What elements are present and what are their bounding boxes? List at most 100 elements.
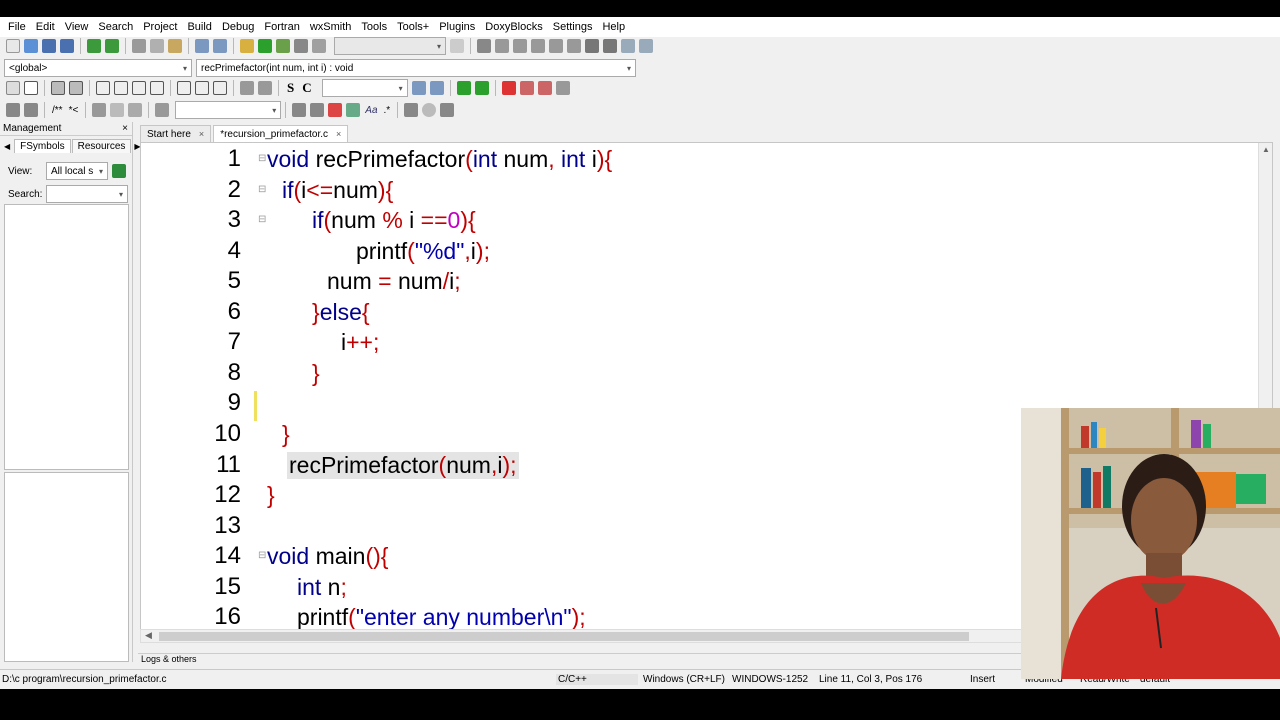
refresh-icon[interactable] [112,164,126,178]
highlighter-icon[interactable] [328,103,343,117]
search-c-button[interactable]: C [302,80,311,96]
menu-file[interactable]: File [3,21,31,33]
match-case-button[interactable]: Aa [365,105,377,116]
menu-doxyblocks[interactable]: DoxyBlocks [480,21,547,33]
nav-next-icon[interactable] [440,103,455,117]
tab-fsymbols[interactable]: FSymbols [14,139,71,153]
scroll-up-icon[interactable]: ▲ [1262,145,1270,154]
search-find-icon[interactable] [429,81,444,95]
zoom-in-icon[interactable] [240,81,254,95]
comment-block-icon[interactable]: /** [52,105,63,116]
bookmark-next-icon[interactable] [537,81,552,95]
menu-tools-plus[interactable]: Tools+ [392,21,434,33]
copy-icon[interactable] [150,39,164,53]
new-file-icon[interactable] [6,39,20,53]
regex-button[interactable]: .* [384,105,391,116]
layout3-icon[interactable] [132,81,146,95]
menu-wxsmith[interactable]: wxSmith [305,21,357,33]
jump-back-icon[interactable] [456,81,471,95]
tab-scroll-left-icon[interactable]: ◀ [4,142,10,151]
cut-icon[interactable] [132,39,146,53]
function-combo[interactable]: recPrimefactor(int num, int i) : void ▾ [196,59,636,77]
tool2-icon[interactable] [24,103,38,117]
menu-debug[interactable]: Debug [217,21,259,33]
replace-icon[interactable] [213,39,227,53]
debug-continue-icon[interactable] [477,39,491,53]
bookmark-clear-icon[interactable] [555,81,570,95]
menu-edit[interactable]: Edit [31,21,60,33]
save-all-icon[interactable] [60,39,74,53]
debug-info-icon[interactable] [639,39,653,53]
run-icon[interactable] [258,39,272,53]
tab-recursion-primefactor[interactable]: *recursion_primefactor.c × [213,125,349,142]
debug-next-line-icon[interactable] [513,39,527,53]
comment-line-icon[interactable]: *< [69,105,79,116]
find-icon[interactable] [195,39,209,53]
shape3-icon[interactable] [213,81,227,95]
symbol-search-combo[interactable]: ▾ [46,185,128,203]
redo-icon[interactable] [105,39,119,53]
menu-fortran[interactable]: Fortran [259,21,304,33]
save-icon[interactable] [42,39,56,53]
nav-prev-icon[interactable] [404,103,419,117]
rebuild-icon[interactable] [294,39,308,53]
debug-windows-icon[interactable] [621,39,635,53]
open-file-icon[interactable] [24,39,38,53]
debug-next-instruction-icon[interactable] [567,39,581,53]
menu-help[interactable]: Help [597,21,630,33]
layout2-icon[interactable] [114,81,128,95]
menu-plugins[interactable]: Plugins [434,21,480,33]
scroll-left-icon[interactable]: ◀ [145,630,152,641]
horizontal-scroll-thumb[interactable] [159,632,969,641]
nav-dot-icon[interactable] [422,103,437,117]
symbols-tree[interactable] [4,204,129,470]
grid-icon[interactable] [51,81,65,95]
target-options-icon[interactable] [450,39,464,53]
undo-icon[interactable] [87,39,101,53]
layout-icon[interactable] [96,81,110,95]
search-s-button[interactable]: S [287,80,294,96]
debug-step-out-icon[interactable] [549,39,563,53]
view-combo[interactable]: All local s ▾ [46,162,108,180]
bookmark-prev-icon[interactable] [519,81,534,95]
symbols-detail[interactable] [4,472,129,662]
build-gear-icon[interactable] [240,39,254,53]
wrench-icon[interactable] [128,103,143,117]
paste-icon[interactable] [168,39,182,53]
menu-view[interactable]: View [60,21,94,33]
menu-project[interactable]: Project [138,21,182,33]
layout4-icon[interactable] [150,81,164,95]
management-close-button[interactable]: × [122,123,128,134]
incremental-search-combo[interactable]: ▾ [321,79,408,97]
tab-close-icon[interactable]: × [336,129,341,139]
diagonal-icon[interactable] [69,81,83,95]
build-run-icon[interactable] [276,39,290,53]
fold-marker-icon[interactable]: ⊟ [258,184,266,195]
tab-close-icon[interactable]: × [199,129,204,139]
menu-tools[interactable]: Tools [356,21,392,33]
shape-icon[interactable] [177,81,191,95]
menu-search[interactable]: Search [93,21,138,33]
fold-marker-icon[interactable]: ⊟ [258,214,266,225]
doxy-help-icon[interactable] [110,103,125,117]
jump-forward-icon[interactable] [474,81,489,95]
debug-run-to-cursor-icon[interactable] [495,39,509,53]
zoom-out-icon[interactable] [258,81,272,95]
clear-icon[interactable] [155,103,170,117]
debug-step-into-icon[interactable] [531,39,545,53]
build-target-combo[interactable]: ▾ [334,37,446,55]
scope-combo[interactable]: <global> ▾ [4,59,192,77]
fold-marker-icon[interactable]: ⊟ [258,153,266,164]
doxy-combo[interactable]: ▾ [175,101,282,119]
menu-build[interactable]: Build [182,21,216,33]
select-cursor-icon[interactable] [6,81,20,95]
arrow-right-icon[interactable] [310,103,325,117]
tab-start-here[interactable]: Start here × [140,125,212,142]
menu-settings[interactable]: Settings [548,21,598,33]
fold-marker-icon[interactable]: ⊟ [258,550,266,561]
search-go-icon[interactable] [411,81,426,95]
tool-icon[interactable] [6,103,20,117]
bookmark-toggle-icon[interactable] [501,81,516,95]
rectangle-icon[interactable] [24,81,38,95]
abort-icon[interactable] [312,39,326,53]
